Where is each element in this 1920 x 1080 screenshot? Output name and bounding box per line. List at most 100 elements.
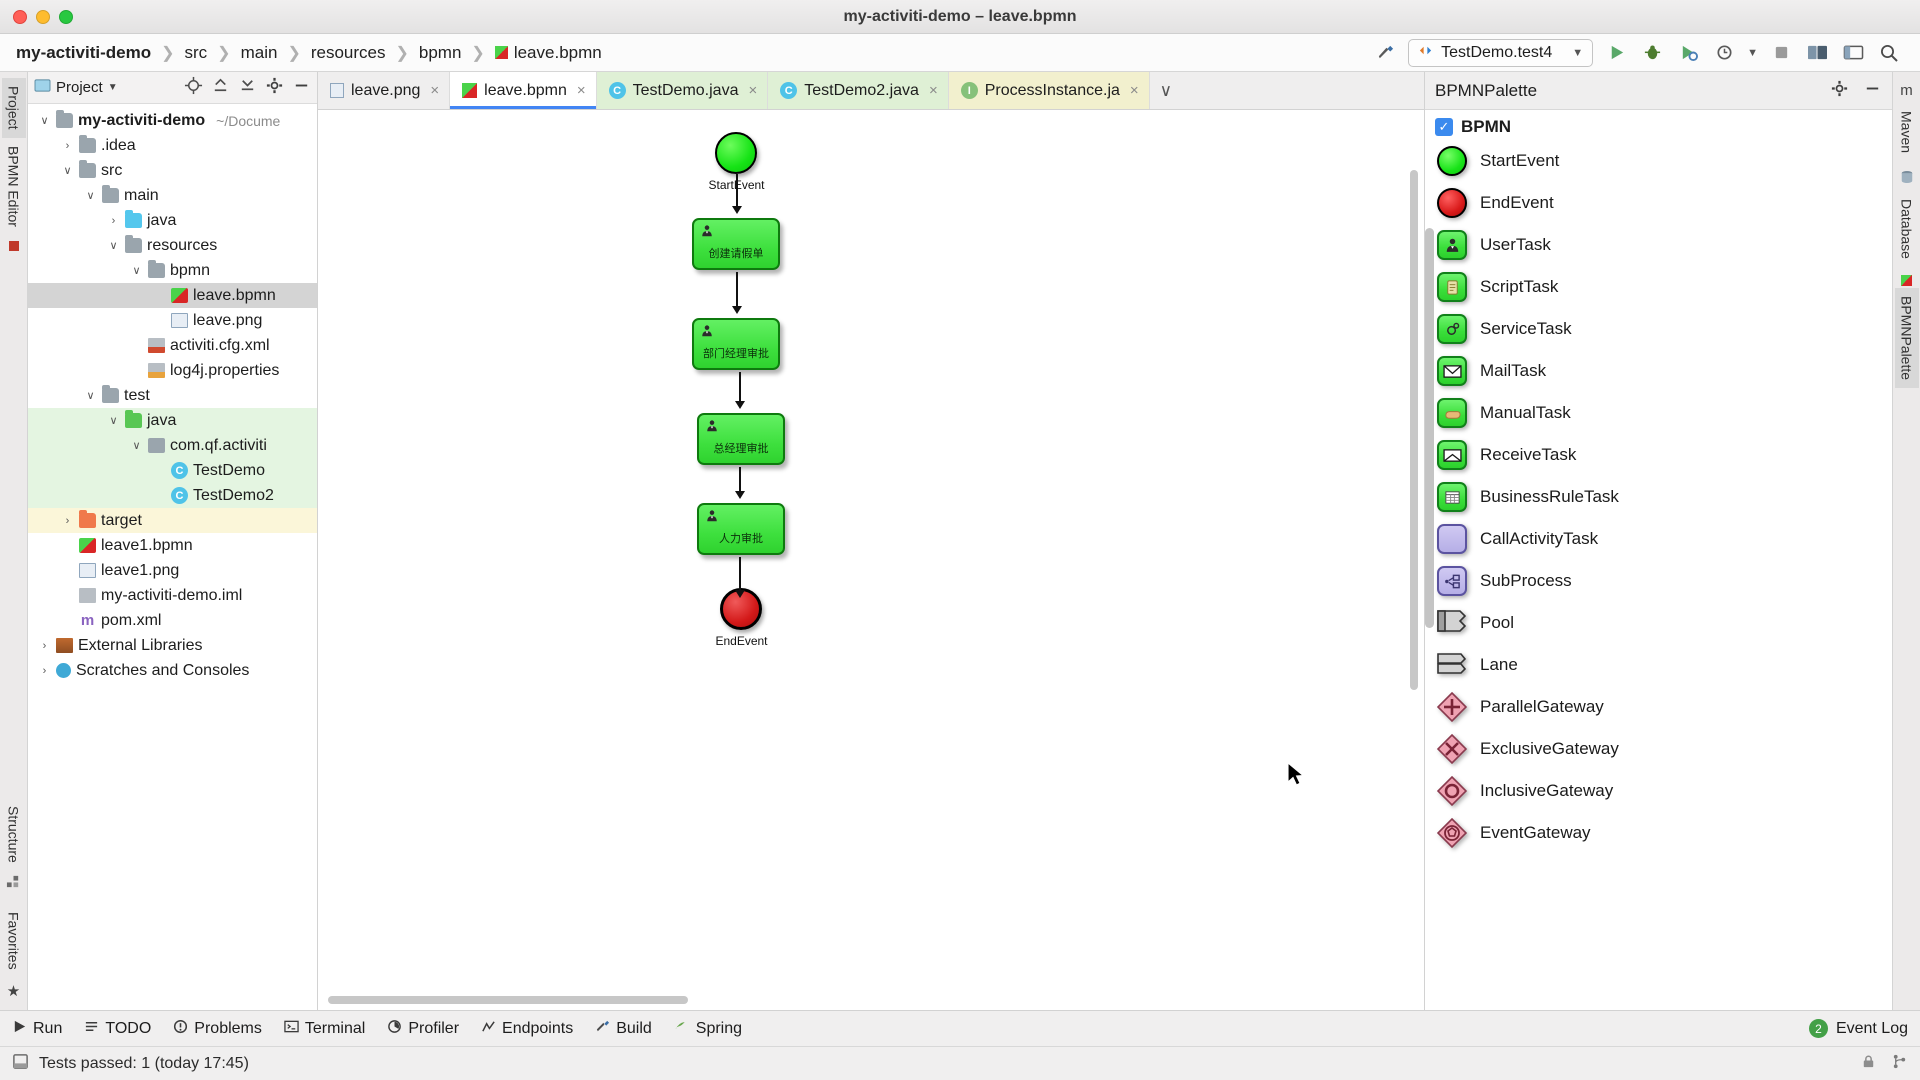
chevron-down-icon[interactable]: ∨ <box>1150 72 1182 109</box>
tree-node-target[interactable]: › target <box>28 508 317 533</box>
palette-item-subprocess[interactable]: SubProcess <box>1425 560 1892 602</box>
tool-window-button-profiler[interactable]: Profiler <box>387 1019 459 1039</box>
tree-node-log4j-properties[interactable]: ›log4j.properties <box>28 358 317 383</box>
sequence-flow-line[interactable] <box>736 174 738 207</box>
close-tab-icon[interactable]: × <box>430 82 439 99</box>
gear-icon[interactable] <box>1830 79 1849 103</box>
diagram-node-t3[interactable]: 总经理审批 <box>697 413 785 465</box>
tree-node-my-activiti-demo[interactable]: ∨ my-activiti-demo ~/Docume <box>28 108 317 133</box>
palette-group-bpmn[interactable]: ✓ BPMN <box>1425 114 1892 140</box>
tree-node-resources[interactable]: ∨ resources <box>28 233 317 258</box>
palette-item-receivetask[interactable]: ReceiveTask <box>1425 434 1892 476</box>
breadcrumb-item-resources[interactable]: resources <box>309 43 388 63</box>
palette-group-checkbox[interactable]: ✓ <box>1435 118 1453 136</box>
user-task-shape[interactable]: 创建请假单 <box>692 218 780 270</box>
branch-icon[interactable] <box>1891 1053 1908 1075</box>
hide-panel-icon[interactable] <box>1863 79 1882 103</box>
project-panel-title-group[interactable]: Project ▼ <box>34 78 118 97</box>
tree-node-scratches-and-consoles[interactable]: › Scratches and Consoles <box>28 658 317 683</box>
diagram-node-t2[interactable]: 部门经理审批 <box>692 318 780 370</box>
tool-window-button-spring[interactable]: Spring <box>674 1019 742 1039</box>
sequence-flow-line[interactable] <box>739 467 741 492</box>
hide-panel-icon[interactable] <box>292 76 311 100</box>
lock-icon[interactable] <box>1860 1053 1877 1075</box>
palette-item-exclusivegateway[interactable]: ExclusiveGateway <box>1425 728 1892 770</box>
tree-node-leave-bpmn[interactable]: ›leave.bpmn <box>28 283 317 308</box>
layout-icon[interactable] <box>1840 40 1866 66</box>
debug-icon[interactable] <box>1639 40 1665 66</box>
tool-window-button-problems[interactable]: Problems <box>173 1019 262 1039</box>
diagram-node-t4[interactable]: 人力审批 <box>697 503 785 555</box>
editor-tab-testdemo2-java[interactable]: C TestDemo2.java × <box>768 72 949 109</box>
strip-tab-project[interactable]: Project <box>1 78 26 138</box>
palette-scrollbar[interactable] <box>1425 228 1434 628</box>
sequence-flow-line[interactable] <box>739 557 741 591</box>
chevron-down-icon[interactable]: ∨ <box>61 164 74 177</box>
tree-node-java[interactable]: › java <box>28 208 317 233</box>
bpmn-diagram-canvas[interactable]: StartEvent 创建请假单部门经理审批总经理审批人力审批 EndEvent <box>318 110 1424 1010</box>
tree-node-com-qf-activiti[interactable]: ∨ com.qf.activiti <box>28 433 317 458</box>
maximize-window-button[interactable] <box>59 9 73 24</box>
tree-node-testdemo[interactable]: ›CTestDemo <box>28 458 317 483</box>
palette-item-usertask[interactable]: UserTask <box>1425 224 1892 266</box>
collapse-all-icon[interactable] <box>238 76 257 100</box>
breadcrumb-item-bpmn[interactable]: bpmn <box>417 43 464 63</box>
breadcrumb[interactable]: my-activiti-demo ❯ src ❯ main ❯ resources ❯ bpmn… <box>14 43 604 63</box>
chevron-down-icon[interactable]: ∨ <box>107 239 120 252</box>
breadcrumb-item-my-activiti-demo[interactable]: my-activiti-demo <box>14 43 153 63</box>
tree-node-leave1-bpmn[interactable]: ›leave1.bpmn <box>28 533 317 558</box>
tool-window-button-build[interactable]: Build <box>595 1019 652 1039</box>
tree-node-java[interactable]: ∨ java <box>28 408 317 433</box>
chevron-down-icon[interactable]: ∨ <box>107 414 120 427</box>
diagram-node-t1[interactable]: 创建请假单 <box>692 218 780 270</box>
run-configuration-selector[interactable]: TestDemo.test4 ▼ <box>1408 38 1594 67</box>
palette-item-pool[interactable]: Pool <box>1425 602 1892 644</box>
chevron-right-icon[interactable]: › <box>38 665 51 677</box>
palette-item-startevent[interactable]: StartEvent <box>1425 140 1892 182</box>
tool-window-button-todo[interactable]: TODO <box>84 1019 151 1039</box>
breadcrumb-item-leave-bpmn[interactable]: leave.bpmn <box>493 43 604 63</box>
editor-tab-bar[interactable]: leave.png × leave.bpmn × C TestDemo.java × C Tes… <box>318 72 1424 110</box>
tree-node-external-libraries[interactable]: › External Libraries <box>28 633 317 658</box>
chevron-down-icon[interactable]: ▼ <box>1572 47 1583 59</box>
tree-node-leave1-png[interactable]: ›leave1.png <box>28 558 317 583</box>
run-icon[interactable] <box>1603 40 1629 66</box>
palette-item-list[interactable]: StartEvent EndEvent UserTask ScriptTask Serv… <box>1425 140 1892 854</box>
palette-item-scripttask[interactable]: ScriptTask <box>1425 266 1892 308</box>
user-task-shape[interactable]: 人力审批 <box>697 503 785 555</box>
tree-node-leave-png[interactable]: ›leave.png <box>28 308 317 333</box>
locate-icon[interactable] <box>184 76 203 100</box>
tool-window-button-run[interactable]: Run <box>12 1019 62 1039</box>
chevron-down-icon[interactable]: ▼ <box>108 82 118 93</box>
minimize-window-button[interactable] <box>36 9 50 24</box>
canvas-vertical-scrollbar[interactable] <box>1410 170 1418 690</box>
sequence-flow-line[interactable] <box>736 272 738 307</box>
tree-node-activiti-cfg-xml[interactable]: ›activiti.cfg.xml <box>28 333 317 358</box>
tool-window-button-endpoints[interactable]: Endpoints <box>481 1019 573 1039</box>
tool-window-button-terminal[interactable]: Terminal <box>284 1019 365 1039</box>
palette-item-businessruletask[interactable]: BusinessRuleTask <box>1425 476 1892 518</box>
strip-tab-bpmn-editor[interactable]: BPMN Editor <box>2 138 26 235</box>
strip-tab-database[interactable]: Database <box>1895 191 1919 267</box>
tree-node-testdemo2[interactable]: ›CTestDemo2 <box>28 483 317 508</box>
chevron-down-icon[interactable]: ∨ <box>38 114 51 127</box>
gear-icon[interactable] <box>265 76 284 100</box>
project-tree[interactable]: ∨ my-activiti-demo ~/Docume › .idea ∨ src ∨ main… <box>28 104 317 1010</box>
user-task-shape[interactable]: 部门经理审批 <box>692 318 780 370</box>
tree-node-pom-xml[interactable]: ›mpom.xml <box>28 608 317 633</box>
window-controls[interactable] <box>0 9 73 24</box>
canvas-horizontal-scrollbar[interactable] <box>328 996 688 1004</box>
start-event-shape[interactable] <box>715 132 757 174</box>
run-coverage-icon[interactable] <box>1675 40 1701 66</box>
breadcrumb-item-src[interactable]: src <box>183 43 210 63</box>
strip-tab-favorites[interactable]: Favorites <box>2 904 26 978</box>
chevron-down-icon[interactable]: ∨ <box>130 439 143 452</box>
diagram-node-start[interactable]: StartEvent <box>708 132 765 192</box>
chevron-right-icon[interactable]: › <box>38 640 51 652</box>
editor-tab-processinstance-ja[interactable]: I ProcessInstance.ja × <box>948 72 1150 109</box>
stop-icon[interactable] <box>1768 40 1794 66</box>
tree-node--idea[interactable]: › .idea <box>28 133 317 158</box>
user-task-shape[interactable]: 总经理审批 <box>697 413 785 465</box>
palette-item-mailtask[interactable]: MailTask <box>1425 350 1892 392</box>
palette-item-lane[interactable]: Lane <box>1425 644 1892 686</box>
